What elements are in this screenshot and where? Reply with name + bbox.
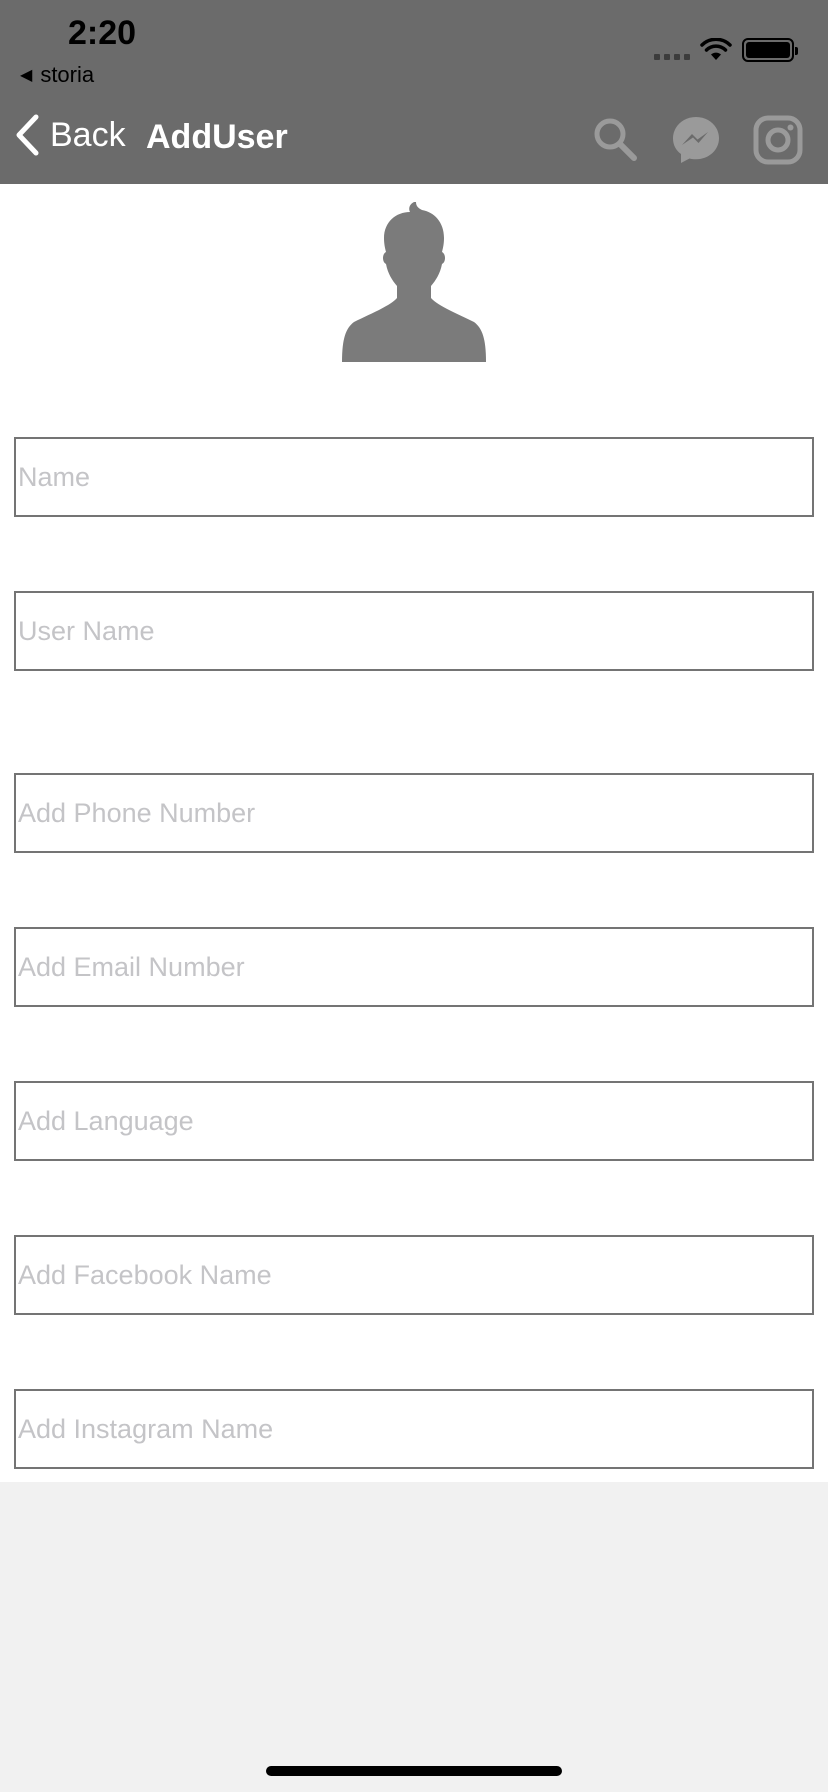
username-field[interactable] (14, 591, 814, 671)
page-title: AddUser (146, 118, 288, 156)
back-triangle-icon: ◀ (20, 67, 33, 84)
facebook-field[interactable] (14, 1235, 814, 1315)
top-bar: 2:20 ◀ storia Back AddUser (0, 0, 828, 184)
battery-icon (742, 38, 798, 62)
phone-input[interactable] (18, 775, 812, 851)
language-input[interactable] (18, 1083, 812, 1159)
chevron-left-icon (16, 114, 39, 156)
messenger-icon[interactable] (670, 114, 722, 166)
facebook-input[interactable] (18, 1237, 812, 1313)
email-field[interactable] (14, 927, 814, 1007)
status-time: 2:20 (68, 14, 137, 52)
user-silhouette-icon[interactable] (340, 200, 488, 362)
status-back-to-app[interactable]: ◀ storia (20, 62, 94, 88)
back-button[interactable]: Back (14, 114, 126, 156)
name-input[interactable] (18, 439, 812, 515)
status-back-app-label: storia (40, 62, 95, 87)
instagram-input[interactable] (18, 1391, 812, 1467)
home-indicator[interactable] (266, 1766, 562, 1776)
instagram-field[interactable] (14, 1389, 814, 1469)
cellular-signal-icon (654, 54, 690, 60)
back-label: Back (50, 115, 126, 154)
instagram-icon[interactable] (752, 114, 804, 166)
phone-field[interactable] (14, 773, 814, 853)
add-user-screen: 2:20 ◀ storia Back AddUser (0, 0, 828, 1792)
wifi-icon (700, 38, 732, 60)
username-input[interactable] (18, 593, 812, 669)
name-field[interactable] (14, 437, 814, 517)
language-field[interactable] (14, 1081, 814, 1161)
search-icon[interactable] (590, 114, 642, 166)
email-input[interactable] (18, 929, 812, 1005)
